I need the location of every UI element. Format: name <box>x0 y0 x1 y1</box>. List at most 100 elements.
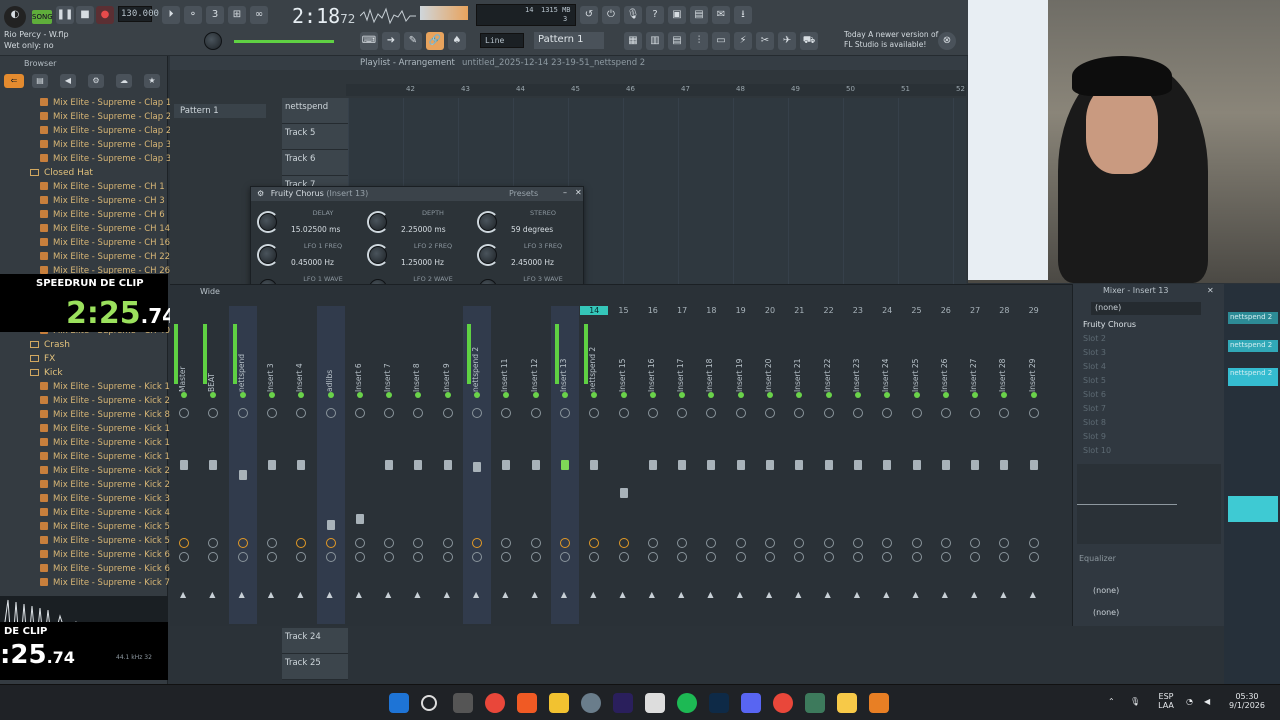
mixer-strip[interactable]: 26 Insert 26 ▲ <box>932 306 960 624</box>
send-knob[interactable] <box>354 538 365 548</box>
volume-fader[interactable] <box>912 460 921 470</box>
mute-toggle[interactable] <box>708 392 715 398</box>
rocket-icon[interactable]: ✈ <box>778 32 796 50</box>
mixer-strip[interactable]: 21 Insert 21 ▲ <box>785 306 813 624</box>
browser-file[interactable]: Mix Elite - Supreme - CH 6 <box>40 210 165 224</box>
lfo-2-freq-knob[interactable] <box>367 244 389 266</box>
browser-folder[interactable]: Kick <box>30 368 63 382</box>
mixer-strip[interactable]: 20 Insert 20 ▲ <box>756 306 784 624</box>
stereo-knob[interactable] <box>823 552 834 562</box>
browser-folder[interactable]: FX <box>30 354 55 368</box>
mute-toggle[interactable] <box>767 392 773 398</box>
pan-knob[interactable] <box>706 408 717 418</box>
mute-toggle[interactable] <box>942 392 949 398</box>
send-knob[interactable] <box>1028 538 1039 548</box>
mute-toggle[interactable] <box>268 392 275 398</box>
pan-knob[interactable] <box>1028 408 1039 418</box>
news-panel[interactable]: Today A newer version of FL Studio is av… <box>844 30 938 50</box>
route-arrow-icon[interactable]: ▲ <box>502 590 508 599</box>
clip-1[interactable]: nettspend 2 <box>1228 312 1278 324</box>
stereo-knob[interactable] <box>589 552 600 562</box>
pattern-selector[interactable]: Pattern 1 <box>534 32 604 49</box>
pan-knob[interactable] <box>296 408 307 418</box>
stereo-knob[interactable] <box>706 552 717 562</box>
draw-icon[interactable]: ✎ <box>404 32 422 50</box>
arrow-icon[interactable]: ➜ <box>382 32 400 50</box>
volume-fader[interactable] <box>180 460 188 470</box>
volume-fader[interactable] <box>971 460 980 470</box>
store-icon[interactable]: ⛟ <box>800 32 818 50</box>
browser-file[interactable]: Mix Elite - Supreme - Clap 31 <box>40 140 177 154</box>
volume-fader[interactable] <box>502 460 511 470</box>
pan-knob[interactable] <box>852 408 863 418</box>
pan-knob[interactable] <box>647 408 658 418</box>
browser-folder[interactable]: Crash <box>30 340 70 354</box>
mute-toggle[interactable] <box>913 392 920 398</box>
stereo-knob[interactable] <box>970 552 981 562</box>
route-arrow-icon[interactable]: ▲ <box>620 590 626 599</box>
mixer-strip[interactable]: Insert 4 ▲ <box>287 306 315 624</box>
clock[interactable]: 05:30 9/1/2026 <box>1222 692 1272 710</box>
mixer-strip[interactable]: Insert 9 ▲ <box>434 306 462 624</box>
song-mode-button[interactable]: SONG <box>32 10 53 24</box>
clip-2[interactable]: nettspend 2 <box>1228 340 1278 352</box>
download-icon[interactable]: ⭳ <box>734 6 752 24</box>
main-pitch-knob[interactable] <box>204 32 222 50</box>
route-arrow-icon[interactable]: ▲ <box>971 590 977 599</box>
send-knob[interactable] <box>442 538 453 548</box>
send-knob[interactable] <box>677 538 688 548</box>
pan-knob[interactable] <box>794 408 805 418</box>
volume-fader[interactable] <box>707 460 716 470</box>
stereo-knob[interactable] <box>677 552 688 562</box>
route-arrow-icon[interactable]: ▲ <box>590 590 596 599</box>
route-arrow-icon[interactable]: ▲ <box>473 590 479 599</box>
mute-toggle[interactable] <box>649 392 656 398</box>
mixer-strip[interactable]: 16 Insert 16 ▲ <box>639 306 667 624</box>
browser-file[interactable]: Mix Elite - Supreme - Clap 16 <box>40 98 177 112</box>
route-arrow-icon[interactable]: ▲ <box>1030 590 1036 599</box>
volume-fader[interactable] <box>736 460 745 470</box>
stereo-knob[interactable] <box>296 552 307 562</box>
mixer-strip[interactable]: 19 Insert 19 ▲ <box>727 306 755 624</box>
stereo-knob[interactable] <box>765 552 775 562</box>
stereo-knob[interactable] <box>472 552 482 562</box>
volume-fader[interactable] <box>883 460 892 470</box>
browser-file[interactable]: Mix Elite - Supreme - Kick 14 <box>40 438 175 452</box>
mute-toggle[interactable] <box>972 392 979 398</box>
browser-file[interactable]: Mix Elite - Supreme - Kick 8 <box>40 410 170 424</box>
mute-toggle[interactable] <box>1001 392 1008 398</box>
route-arrow-icon[interactable]: ▲ <box>737 590 743 599</box>
route-arrow-icon[interactable]: ▲ <box>854 590 860 599</box>
send-knob[interactable] <box>735 538 746 548</box>
stamp-icon[interactable]: ♠ <box>448 32 466 50</box>
chorus-titlebar[interactable]: ⚙ Fruity Chorus (Insert 13) Presets – ✕ <box>251 187 583 201</box>
presets-label[interactable]: Presets <box>509 189 538 198</box>
send-knob[interactable] <box>911 538 922 548</box>
browser-file[interactable]: Mix Elite - Supreme - Kick 72 <box>40 578 175 592</box>
mixer-strip[interactable]: 15 Insert 15 ▲ <box>610 306 638 624</box>
mute-toggle[interactable] <box>561 392 568 398</box>
mute-toggle[interactable] <box>210 392 217 398</box>
volume-fader[interactable] <box>824 460 833 470</box>
spotify-icon[interactable] <box>677 693 697 713</box>
plugin-icon[interactable]: ⚡ <box>734 32 752 50</box>
pan-knob[interactable] <box>882 408 893 418</box>
browser-star-icon[interactable]: ★ <box>144 74 160 88</box>
mixer-strip[interactable]: 25 Insert 25 ▲ <box>903 306 931 624</box>
browser-file[interactable]: Mix Elite - Supreme - Kick 62 <box>40 550 175 564</box>
mixer-strip[interactable]: 28 Insert 28 ▲ <box>990 306 1018 624</box>
route-arrow-icon[interactable]: ▲ <box>209 590 215 599</box>
stereo-knob[interactable] <box>442 552 453 562</box>
playlist-track-label[interactable]: Track 24 <box>282 628 348 654</box>
stereo-knob[interactable] <box>477 211 499 233</box>
search-icon[interactable] <box>421 695 437 711</box>
wifi-icon[interactable]: ◔ <box>1186 697 1193 706</box>
playlist-icon[interactable]: ▦ <box>624 32 642 50</box>
mixer-strip[interactable]: 17 Insert 17 ▲ <box>668 306 696 624</box>
mic-icon[interactable]: 🎙 <box>624 6 642 24</box>
pan-knob[interactable] <box>208 408 219 418</box>
mute-toggle[interactable] <box>239 392 246 398</box>
insert-slot[interactable]: Slot 3 <box>1083 348 1203 361</box>
mute-toggle[interactable] <box>474 392 480 398</box>
pan-knob[interactable] <box>325 408 336 418</box>
